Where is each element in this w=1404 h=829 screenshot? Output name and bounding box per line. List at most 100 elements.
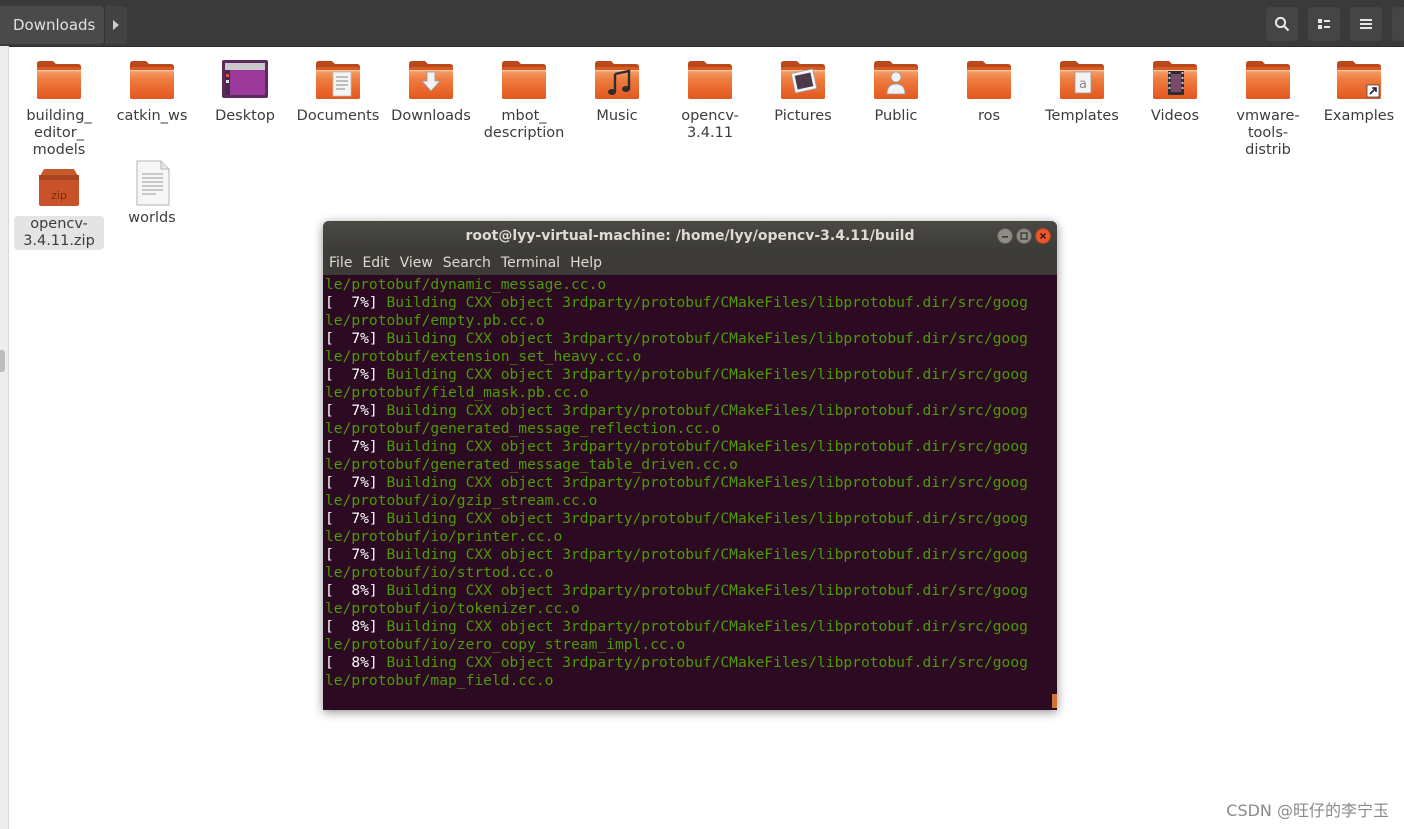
menu-edit[interactable]: Edit xyxy=(356,251,393,275)
file-item-templates[interactable]: a Templates xyxy=(1037,58,1127,125)
videos-folder-icon xyxy=(1151,58,1199,104)
file-item-desktop[interactable]: Desktop xyxy=(200,58,290,125)
build-percent: [ 7%] xyxy=(325,330,378,347)
output-line: le/protobuf/generated_message_table_driv… xyxy=(325,456,738,473)
terminal-title[interactable]: root@lyy-virtual-machine: /home/lyy/open… xyxy=(323,221,1057,251)
minimize-icon xyxy=(1002,236,1008,238)
menu-view[interactable]: View xyxy=(394,251,437,275)
output-line: [ 7%] Building CXX object 3rdparty/proto… xyxy=(325,438,1053,456)
file-label: opencv- 3.4.11 xyxy=(681,108,739,141)
build-message: Building CXX object 3rdparty/protobuf/CM… xyxy=(377,510,1028,527)
output-line: le/protobuf/generated_message_reflection… xyxy=(325,420,721,437)
file-label: Documents xyxy=(296,108,380,124)
list-view-icon xyxy=(1318,19,1330,29)
hamburger-menu-icon xyxy=(1360,19,1372,29)
build-message: Building CXX object 3rdparty/protobuf/CM… xyxy=(377,402,1028,419)
menu-file[interactable]: File xyxy=(323,251,356,275)
build-message: Building CXX object 3rdparty/protobuf/CM… xyxy=(377,294,1028,311)
file-item-ros[interactable]: ros xyxy=(944,58,1034,125)
text-file-icon xyxy=(136,160,170,206)
close-button[interactable] xyxy=(1035,228,1051,244)
file-item-worlds[interactable]: worlds xyxy=(107,160,197,227)
build-percent: [ 7%] xyxy=(325,366,378,383)
output-line: le/protobuf/map_field.cc.o xyxy=(325,672,554,689)
menu-terminal[interactable]: Terminal xyxy=(495,251,564,275)
output-line: le/protobuf/io/zero_copy_stream_impl.cc.… xyxy=(325,636,686,653)
output-line: le/protobuf/extension_set_heavy.cc.o xyxy=(325,348,642,365)
path-button-downloads[interactable]: Downloads xyxy=(0,6,104,44)
build-percent: [ 7%] xyxy=(325,294,378,311)
path-forward-button[interactable] xyxy=(104,6,127,44)
build-message: Building CXX object 3rdparty/protobuf/CM… xyxy=(377,330,1028,347)
search-button[interactable] xyxy=(1266,7,1298,41)
build-percent: [ 8%] xyxy=(325,654,378,671)
chevron-right-icon xyxy=(113,20,119,30)
folder-icon xyxy=(128,58,176,104)
watermark: CSDN @旺仔的李宁玉 xyxy=(1226,801,1389,820)
public-folder-icon xyxy=(872,58,920,104)
file-item-documents[interactable]: Documents xyxy=(293,58,383,125)
output-line: [ 7%] Building CXX object 3rdparty/proto… xyxy=(325,294,1053,312)
folder-icon xyxy=(965,58,1013,104)
output-line: le/protobuf/empty.pb.cc.o xyxy=(325,312,545,329)
desktop-folder-icon xyxy=(222,60,268,98)
output-line: [ 7%] Building CXX object 3rdparty/proto… xyxy=(325,474,1053,492)
file-item-videos[interactable]: Videos xyxy=(1130,58,1220,125)
file-item-opencv-folder[interactable]: opencv- 3.4.11 xyxy=(665,58,755,142)
window-controls xyxy=(997,228,1051,244)
output-line: le/protobuf/dynamic_message.cc.o xyxy=(325,276,607,293)
zip-archive-icon: zip xyxy=(39,169,79,206)
file-item-pictures[interactable]: Pictures xyxy=(758,58,848,125)
link-folder-icon xyxy=(1335,58,1383,104)
file-label: Templates xyxy=(1045,108,1119,124)
build-percent: [ 8%] xyxy=(325,582,378,599)
file-label: Videos xyxy=(1150,108,1200,124)
terminal-window[interactable]: root@lyy-virtual-machine: /home/lyy/open… xyxy=(323,221,1057,710)
output-line: le/protobuf/io/gzip_stream.cc.o xyxy=(325,492,598,509)
close-icon xyxy=(1039,232,1047,240)
file-label: Examples xyxy=(1323,108,1395,124)
file-item-public[interactable]: Public xyxy=(851,58,941,125)
file-label: building_ editor_ models xyxy=(26,108,92,158)
menu-button[interactable] xyxy=(1350,7,1382,41)
file-label: vmware- tools- distrib xyxy=(1236,108,1300,158)
output-line: [ 7%] Building CXX object 3rdparty/proto… xyxy=(325,510,1053,528)
maximize-button[interactable] xyxy=(1016,228,1032,244)
build-message: Building CXX object 3rdparty/protobuf/CM… xyxy=(377,618,1028,635)
build-percent: [ 7%] xyxy=(325,438,378,455)
sidebar-edge xyxy=(0,46,9,829)
folder-icon xyxy=(500,58,548,104)
file-item-vmware-tools-distrib[interactable]: vmware- tools- distrib xyxy=(1223,58,1313,159)
downloads-folder-icon xyxy=(407,58,455,104)
file-label: Public xyxy=(874,108,918,124)
output-line: [ 8%] Building CXX object 3rdparty/proto… xyxy=(325,582,1053,600)
file-item-opencv-zip[interactable]: zip opencv- 3.4.11.zip xyxy=(14,166,104,250)
build-percent: [ 7%] xyxy=(325,402,378,419)
build-message: Building CXX object 3rdparty/protobuf/CM… xyxy=(377,474,1028,491)
close-window-button[interactable] xyxy=(1392,7,1404,41)
view-toggle-button[interactable] xyxy=(1308,7,1340,41)
pictures-folder-icon xyxy=(779,58,827,104)
output-line: le/protobuf/io/strtod.cc.o xyxy=(325,564,554,581)
music-folder-icon xyxy=(593,58,641,104)
file-item-downloads[interactable]: Downloads xyxy=(386,58,476,125)
sidebar-resize-handle[interactable] xyxy=(0,350,5,372)
search-icon xyxy=(1274,16,1290,32)
file-item-examples[interactable]: Examples xyxy=(1314,58,1404,125)
file-label: Music xyxy=(596,108,638,124)
file-label: Desktop xyxy=(215,108,275,124)
minimize-button[interactable] xyxy=(997,228,1013,244)
file-item-catkin-ws[interactable]: catkin_ws xyxy=(107,58,197,125)
build-percent: [ 7%] xyxy=(325,510,378,527)
build-message: Building CXX object 3rdparty/protobuf/CM… xyxy=(377,366,1028,383)
file-item-mbot-description[interactable]: mbot_ description xyxy=(479,58,569,142)
file-manager-header: Downloads xyxy=(0,0,1404,47)
terminal-scrollbar-indicator[interactable] xyxy=(1052,694,1057,708)
menu-search[interactable]: Search xyxy=(437,251,495,275)
build-message: Building CXX object 3rdparty/protobuf/CM… xyxy=(377,582,1028,599)
file-item-building-editor-models[interactable]: building_ editor_ models xyxy=(14,58,104,159)
file-item-music[interactable]: Music xyxy=(572,58,662,125)
output-line: [ 7%] Building CXX object 3rdparty/proto… xyxy=(325,402,1053,420)
menu-help[interactable]: Help xyxy=(564,251,606,275)
terminal-output[interactable]: le/protobuf/dynamic_message.cc.o[ 7%] Bu… xyxy=(325,276,1053,706)
